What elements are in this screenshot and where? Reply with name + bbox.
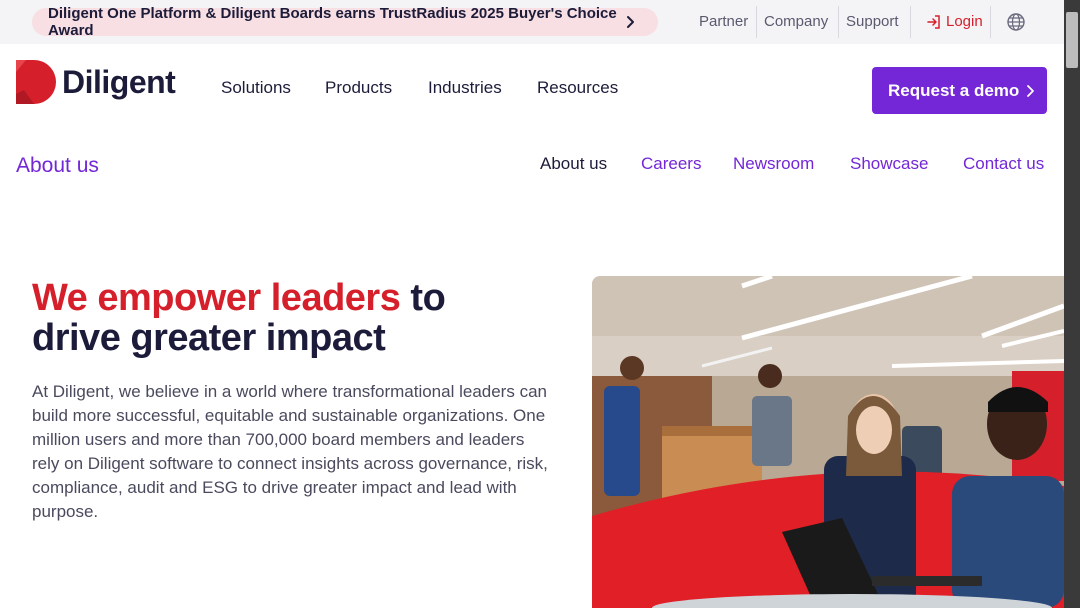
hero-headline: We empower leaders to drive greater impa…	[32, 278, 552, 358]
divider	[910, 6, 911, 38]
partner-link[interactable]: Partner	[699, 13, 748, 30]
subnav-showcase[interactable]: Showcase	[850, 154, 928, 174]
hero-headline-part: to	[400, 277, 446, 319]
hero-office-photo	[592, 276, 1064, 608]
nav-resources[interactable]: Resources	[537, 78, 618, 98]
chevron-right-icon	[1027, 84, 1035, 97]
top-utility-bar: Diligent One Platform & Diligent Boards …	[0, 0, 1064, 44]
diligent-logo[interactable]: Diligent	[16, 60, 176, 104]
divider	[990, 6, 991, 38]
login-icon	[927, 14, 940, 29]
office-meeting-image	[592, 276, 1064, 608]
award-announcement-banner[interactable]: Diligent One Platform & Diligent Boards …	[32, 5, 658, 39]
subnav-about-us[interactable]: About us	[540, 154, 607, 174]
subnav-newsroom[interactable]: Newsroom	[733, 154, 814, 174]
brand-name: Diligent	[62, 63, 176, 100]
login-link[interactable]: Login	[926, 13, 983, 30]
section-title[interactable]: About us	[16, 154, 99, 178]
divider	[838, 6, 839, 38]
hero-headline-accent: We empower leaders	[32, 277, 401, 319]
scrollbar-thumb[interactable]	[1066, 12, 1078, 68]
request-demo-label: Request a demo	[888, 80, 1020, 100]
nav-solutions[interactable]: Solutions	[221, 78, 291, 98]
login-label: Login	[946, 13, 983, 30]
diligent-logo-mark-icon	[16, 60, 56, 104]
support-link[interactable]: Support	[846, 13, 899, 30]
request-demo-button[interactable]: Request a demo	[872, 67, 1047, 114]
award-announcement-text: Diligent One Platform & Diligent Boards …	[48, 5, 617, 39]
hero-headline-part: drive greater impact	[32, 317, 386, 359]
company-link[interactable]: Company	[764, 13, 828, 30]
scrollbar-track[interactable]	[1064, 0, 1080, 608]
hero-description: At Diligent, we believe in a world where…	[32, 382, 548, 521]
divider	[756, 6, 757, 38]
subnav-contact-us[interactable]: Contact us	[963, 154, 1044, 174]
chevron-right-icon	[627, 16, 634, 28]
globe-icon[interactable]	[1006, 12, 1026, 32]
nav-products[interactable]: Products	[325, 78, 392, 98]
subnav-careers[interactable]: Careers	[641, 154, 701, 174]
nav-industries[interactable]: Industries	[428, 78, 502, 98]
